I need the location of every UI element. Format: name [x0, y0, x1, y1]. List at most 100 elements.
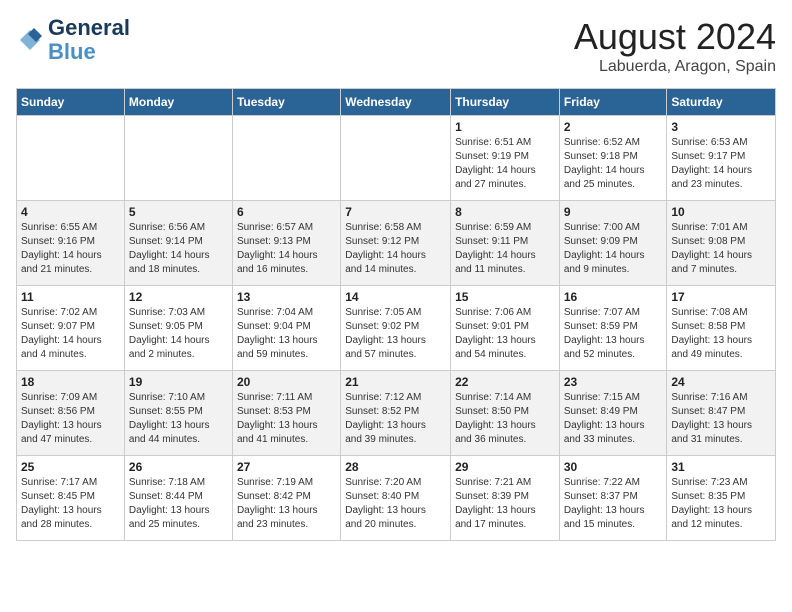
day-info: Sunrise: 7:06 AM Sunset: 9:01 PM Dayligh… [455, 306, 555, 362]
day-info: Sunrise: 6:56 AM Sunset: 9:14 PM Dayligh… [129, 221, 228, 277]
day-info: Sunrise: 7:11 AM Sunset: 8:53 PM Dayligh… [237, 391, 336, 447]
day-number: 1 [455, 120, 555, 134]
day-number: 28 [345, 460, 446, 474]
day-info: Sunrise: 7:10 AM Sunset: 8:55 PM Dayligh… [129, 391, 228, 447]
calendar-cell: 16 Sunrise: 7:07 AM Sunset: 8:59 PM Dayli… [559, 286, 667, 371]
calendar-cell: 30Sunrise: 7:22 AM Sunset: 8:37 PM Dayli… [559, 456, 667, 541]
calendar-week-row: 11Sunrise: 7:02 AM Sunset: 9:07 PM Dayli… [17, 286, 776, 371]
day-info: Sunrise: 6:57 AM Sunset: 9:13 PM Dayligh… [237, 221, 336, 277]
calendar-cell: 28 Sunrise: 7:20 AM Sunset: 8:40 PM Dayli… [341, 456, 451, 541]
weekday-header-cell: Monday [124, 89, 232, 116]
day-info: Sunrise: 7:02 AM Sunset: 9:07 PM Dayligh… [21, 306, 120, 362]
day-number: 22 [455, 375, 555, 389]
day-number: 23 [564, 375, 663, 389]
calendar-cell: 31 Sunrise: 7:23 AM Sunset: 8:35 PM Dayli… [667, 456, 776, 541]
day-number: 4 [21, 205, 120, 219]
day-info: Sunrise: 7:21 AM Sunset: 8:39 PM Dayligh… [455, 476, 555, 532]
day-number: 2 [564, 120, 663, 134]
day-number: 19 [129, 375, 228, 389]
day-number: 21 [345, 375, 446, 389]
day-number: 3 [671, 120, 771, 134]
calendar-cell: 25Sunrise: 7:17 AM Sunset: 8:45 PM Dayli… [17, 456, 125, 541]
day-info: Sunrise: 7:14 AM Sunset: 8:50 PM Dayligh… [455, 391, 555, 447]
day-number: 24 [671, 375, 771, 389]
weekday-header: SundayMondayTuesdayWednesdayThursdayFrid… [17, 89, 776, 116]
day-info: Sunrise: 7:18 AM Sunset: 8:44 PM Dayligh… [129, 476, 228, 532]
logo-icon [16, 26, 44, 54]
weekday-header-cell: Saturday [667, 89, 776, 116]
day-number: 8 [455, 205, 555, 219]
day-info: Sunrise: 6:59 AM Sunset: 9:11 PM Dayligh… [455, 221, 555, 277]
day-info: Sunrise: 7:17 AM Sunset: 8:45 PM Dayligh… [21, 476, 120, 532]
day-info: Sunrise: 7:09 AM Sunset: 8:56 PM Dayligh… [21, 391, 120, 447]
day-number: 17 [671, 290, 771, 304]
weekday-header-cell: Wednesday [341, 89, 451, 116]
day-number: 29 [455, 460, 555, 474]
day-number: 9 [564, 205, 663, 219]
calendar-week-row: 25Sunrise: 7:17 AM Sunset: 8:45 PM Dayli… [17, 456, 776, 541]
calendar-cell: 29 Sunrise: 7:21 AM Sunset: 8:39 PM Dayli… [451, 456, 560, 541]
day-info: Sunrise: 6:51 AM Sunset: 9:19 PM Dayligh… [455, 136, 555, 192]
calendar-cell [232, 116, 340, 201]
day-number: 16 [564, 290, 663, 304]
day-info: Sunrise: 7:01 AM Sunset: 9:08 PM Dayligh… [671, 221, 771, 277]
calendar-cell [341, 116, 451, 201]
calendar-cell: 15 Sunrise: 7:06 AM Sunset: 9:01 PM Dayli… [451, 286, 560, 371]
calendar-cell: 7 Sunrise: 6:58 AM Sunset: 9:12 PM Daylig… [341, 201, 451, 286]
day-info: Sunrise: 6:58 AM Sunset: 9:12 PM Dayligh… [345, 221, 446, 277]
day-number: 27 [237, 460, 336, 474]
calendar-body: 1 Sunrise: 6:51 AM Sunset: 9:19 PM Daylig… [17, 116, 776, 541]
day-number: 7 [345, 205, 446, 219]
logo: General Blue [16, 16, 130, 64]
day-number: 10 [671, 205, 771, 219]
title-area: August 2024 Labuerda, Aragon, Spain [574, 16, 776, 76]
calendar-cell: 24 Sunrise: 7:16 AM Sunset: 8:47 PM Dayli… [667, 371, 776, 456]
calendar-week-row: 4Sunrise: 6:55 AM Sunset: 9:16 PM Daylig… [17, 201, 776, 286]
location-title: Labuerda, Aragon, Spain [574, 58, 776, 76]
day-number: 5 [129, 205, 228, 219]
calendar-cell: 14Sunrise: 7:05 AM Sunset: 9:02 PM Dayli… [341, 286, 451, 371]
calendar-cell: 23 Sunrise: 7:15 AM Sunset: 8:49 PM Dayli… [559, 371, 667, 456]
day-number: 13 [237, 290, 336, 304]
day-number: 6 [237, 205, 336, 219]
weekday-header-cell: Tuesday [232, 89, 340, 116]
logo-line1: General [48, 16, 130, 40]
day-number: 18 [21, 375, 120, 389]
day-info: Sunrise: 7:20 AM Sunset: 8:40 PM Dayligh… [345, 476, 446, 532]
day-info: Sunrise: 6:52 AM Sunset: 9:18 PM Dayligh… [564, 136, 663, 192]
calendar-table: SundayMondayTuesdayWednesdayThursdayFrid… [16, 88, 776, 541]
calendar-cell: 5 Sunrise: 6:56 AM Sunset: 9:14 PM Daylig… [124, 201, 232, 286]
calendar-cell: 10 Sunrise: 7:01 AM Sunset: 9:08 PM Dayli… [667, 201, 776, 286]
page-header: General Blue August 2024 Labuerda, Arago… [16, 16, 776, 76]
day-info: Sunrise: 7:16 AM Sunset: 8:47 PM Dayligh… [671, 391, 771, 447]
calendar-cell: 3 Sunrise: 6:53 AM Sunset: 9:17 PM Daylig… [667, 116, 776, 201]
day-info: Sunrise: 7:12 AM Sunset: 8:52 PM Dayligh… [345, 391, 446, 447]
day-info: Sunrise: 7:23 AM Sunset: 8:35 PM Dayligh… [671, 476, 771, 532]
weekday-header-cell: Friday [559, 89, 667, 116]
day-number: 31 [671, 460, 771, 474]
calendar-week-row: 1 Sunrise: 6:51 AM Sunset: 9:19 PM Daylig… [17, 116, 776, 201]
calendar-cell: 9 Sunrise: 7:00 AM Sunset: 9:09 PM Daylig… [559, 201, 667, 286]
day-number: 26 [129, 460, 228, 474]
day-number: 20 [237, 375, 336, 389]
day-number: 12 [129, 290, 228, 304]
day-info: Sunrise: 7:08 AM Sunset: 8:58 PM Dayligh… [671, 306, 771, 362]
day-info: Sunrise: 7:19 AM Sunset: 8:42 PM Dayligh… [237, 476, 336, 532]
logo-line2: Blue [48, 40, 130, 64]
calendar-cell: 18 Sunrise: 7:09 AM Sunset: 8:56 PM Dayli… [17, 371, 125, 456]
day-info: Sunrise: 7:15 AM Sunset: 8:49 PM Dayligh… [564, 391, 663, 447]
day-number: 15 [455, 290, 555, 304]
calendar-cell: 12 Sunrise: 7:03 AM Sunset: 9:05 PM Dayli… [124, 286, 232, 371]
day-info: Sunrise: 7:04 AM Sunset: 9:04 PM Dayligh… [237, 306, 336, 362]
day-info: Sunrise: 7:22 AM Sunset: 8:37 PM Dayligh… [564, 476, 663, 532]
day-info: Sunrise: 7:05 AM Sunset: 9:02 PM Dayligh… [345, 306, 446, 362]
day-info: Sunrise: 7:03 AM Sunset: 9:05 PM Dayligh… [129, 306, 228, 362]
day-info: Sunrise: 7:00 AM Sunset: 9:09 PM Dayligh… [564, 221, 663, 277]
weekday-header-cell: Sunday [17, 89, 125, 116]
day-info: Sunrise: 6:53 AM Sunset: 9:17 PM Dayligh… [671, 136, 771, 192]
month-title: August 2024 [574, 16, 776, 58]
calendar-cell: 2 Sunrise: 6:52 AM Sunset: 9:18 PM Daylig… [559, 116, 667, 201]
calendar-cell: 8 Sunrise: 6:59 AM Sunset: 9:11 PM Daylig… [451, 201, 560, 286]
calendar-cell: 20 Sunrise: 7:11 AM Sunset: 8:53 PM Dayli… [232, 371, 340, 456]
day-info: Sunrise: 7:07 AM Sunset: 8:59 PM Dayligh… [564, 306, 663, 362]
